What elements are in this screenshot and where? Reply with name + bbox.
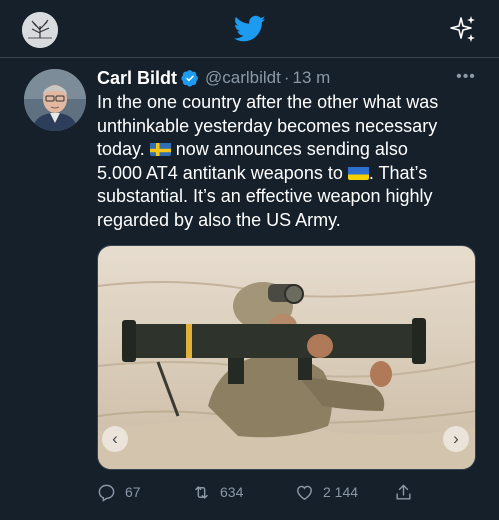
tweet-text-line: 5.000 AT4 antitank weapons to . That’s: [97, 162, 428, 183]
share-button[interactable]: [394, 480, 422, 504]
tweet-text-line: substantial. It’s an effective weapon hi…: [97, 186, 433, 206]
retweet-button[interactable]: 634: [192, 480, 243, 504]
tweet-text: In the one country after the other what …: [97, 91, 482, 232]
carousel-next-button[interactable]: ›: [443, 426, 469, 452]
like-count: 2 144: [323, 484, 359, 500]
profile-avatar[interactable]: [22, 12, 58, 48]
carousel-prev-button[interactable]: ‹: [102, 426, 128, 452]
retweet-icon: [195, 485, 208, 499]
sweden-flag-icon: [149, 141, 171, 156]
author-handle[interactable]: @carlbildt: [205, 68, 281, 88]
author-name[interactable]: Carl Bildt: [97, 68, 177, 89]
top-bar: [0, 0, 499, 58]
heart-icon: [297, 485, 312, 500]
header-separator: ·: [283, 68, 290, 87]
author-avatar[interactable]: [24, 69, 86, 131]
tweet-text-line: unthinkable yesterday becomes necessary: [97, 115, 438, 136]
tweet[interactable]: Carl Bildt @carlbildt · 13 m ••• In the …: [0, 58, 499, 520]
tweet-text-line: regarded by also the US Army.: [97, 209, 341, 230]
retweet-count: 634: [220, 484, 244, 500]
reply-icon: [98, 484, 115, 502]
tweet-media-photo[interactable]: ‹ ›: [97, 245, 476, 470]
like-button[interactable]: 2 144: [295, 480, 358, 504]
ukraine-flag-icon: [347, 165, 369, 180]
tweet-actions: 67 634 2 144: [97, 480, 482, 504]
sparkle-icon[interactable]: [448, 14, 478, 44]
verified-badge-icon: [181, 69, 199, 87]
tweet-text-line: today. now announces sending also: [97, 139, 408, 159]
reply-count: 67: [125, 484, 141, 500]
more-options-icon[interactable]: •••: [455, 68, 477, 86]
share-icon: [396, 484, 411, 500]
twitter-bird-icon[interactable]: [233, 15, 266, 43]
reply-button[interactable]: 67: [97, 480, 141, 504]
tweet-timestamp[interactable]: 13 m: [293, 68, 331, 88]
tweet-text-line: In the one country after the other what …: [97, 92, 439, 112]
tweet-header: Carl Bildt @carlbildt · 13 m: [97, 65, 330, 91]
